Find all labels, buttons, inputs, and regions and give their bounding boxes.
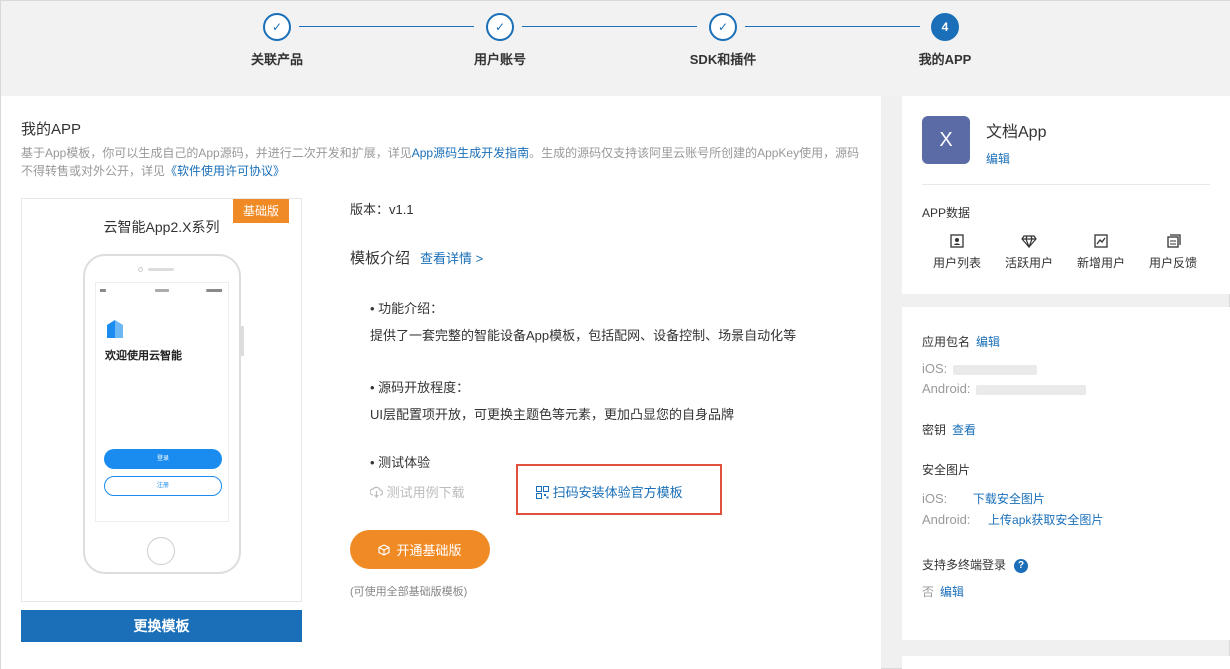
main-panel: 我的APP 基于App模板，你可以生成自己的App源码，并进行二次开发和扩展，详… [1,96,881,669]
check-icon: ✓ [263,13,291,41]
secret-label: 密钥 [922,423,947,437]
edit-app-link[interactable]: 编辑 [986,150,1010,167]
ios-label: iOS: [922,361,948,376]
security-image-label: 安全图片 [922,463,971,477]
view-secret-link[interactable]: 查看 [952,423,976,437]
multi-login-value-row: 否编辑 [922,583,964,600]
scan-install-link[interactable]: 扫码安装体验官方模板 [536,482,683,501]
feature-heading: • 源码开放程度： [370,380,470,395]
package-name-row: 应用包名 编辑 [922,333,1000,350]
step-label: 我的APP [918,52,972,67]
edit-multi-login-link[interactable]: 编辑 [940,585,964,599]
qr-code-icon [536,486,549,499]
upload-apk-link[interactable]: 上传apk获取安全图片 [988,513,1103,527]
app-icon: X [922,116,970,164]
data-item-active-users[interactable]: 活跃用户 [994,234,1064,271]
page-title: 我的APP [21,121,82,138]
status-bar-icon [99,289,223,292]
feature-heading: • 功能介绍： [370,301,444,316]
app-name: 文档App [986,124,1047,141]
download-test-label: 测试用例下载 [386,485,465,500]
data-item-feedback[interactable]: 用户反馈 [1138,234,1208,271]
view-details-link[interactable]: 查看详情 > [420,251,483,266]
basic-note: (可使用全部基础版模板) [350,586,468,598]
cloud-download-icon [369,486,384,498]
data-item-user-list[interactable]: 用户列表 [922,234,992,271]
version-text: 版本：v1.1 [350,202,414,217]
step-3: ✓ SDK和插件 [663,13,783,68]
next-card [902,656,1230,669]
phone-welcome-text: 欢迎使用云智能 [105,350,182,362]
android-label: Android: [922,512,971,527]
secret-row: 密钥 查看 [922,421,976,438]
app-data-title: APP数据 [922,206,971,220]
dev-guide-link[interactable]: App源码生成开发指南 [412,146,529,160]
speaker-icon [148,268,174,271]
security-ios-row: iOS: 下载安全图片 [922,490,1045,507]
download-test-link[interactable]: 测试用例下载 [369,482,465,501]
app-logo-icon [107,320,123,338]
data-item-new-users[interactable]: 新增用户 [1066,234,1136,271]
step-number: 4 [931,13,959,41]
app-card: X 文档App 编辑 APP数据 用户列表 活跃用户 新增用户 用户反馈 [902,96,1230,294]
edit-package-link[interactable]: 编辑 [976,335,1000,349]
data-item-label: 活跃用户 [1004,256,1053,270]
step-label: SDK和插件 [689,52,757,67]
feature-text: 提供了一套完整的智能设备App模板，包括配网、设备控制、场景自动化等 [370,328,797,343]
feature-text: UI层配置项开放，可更换主题色等元素，更加凸显您的自身品牌 [370,407,735,422]
intro-title: 模板介绍 [350,250,411,267]
package-name-label: 应用包名 [922,335,971,349]
data-item-label: 新增用户 [1076,256,1125,270]
step-progress: ✓ 关联产品 ✓ 用户账号 ✓ SDK和插件 4 我的APP [1,1,1230,96]
redacted-value [953,364,1038,375]
security-android-row: Android: 上传apk获取安全图片 [922,511,1103,528]
home-button-icon [147,537,175,565]
data-item-label: 用户列表 [932,256,981,270]
cube-icon [378,544,391,556]
license-link[interactable]: 《软件使用许可协议》 [165,164,285,178]
open-basic-label: 开通基础版 [396,543,462,558]
desc-text: 基于App模板，你可以生成自己的App源码，并进行二次开发和扩展，详见 [21,146,412,160]
step-1: ✓ 关联产品 [217,13,337,68]
redacted-value [976,384,1087,395]
step-2: ✓ 用户账号 [440,13,560,68]
app-settings-card: 应用包名 编辑 iOS: Android: 密钥 查看 安全图片 iOS: 下载安全… [902,307,1230,640]
help-icon[interactable]: ? [1014,558,1029,573]
android-package-row: Android: [922,381,1087,396]
ios-label: iOS: [922,491,948,506]
diamond-icon [1021,235,1037,248]
ios-package-row: iOS: [922,361,1038,376]
multi-login-row: 支持多终端登录? [922,556,1029,573]
divider [922,184,1210,185]
template-preview: 云智能App2.X系列 基础版 欢迎使用云智能 登录 注册 [21,198,302,602]
check-icon: ✓ [709,13,737,41]
camera-icon [138,267,143,272]
multi-login-label: 支持多终端登录 [922,558,1007,572]
step-label: 用户账号 [473,52,526,67]
feedback-icon [1167,234,1181,248]
phone-register-button: 注册 [104,476,222,496]
phone-mockup: 欢迎使用云智能 登录 注册 [83,254,244,574]
data-item-label: 用户反馈 [1148,256,1197,270]
android-label: Android: [922,381,971,396]
phone-login-button: 登录 [104,449,222,469]
chart-icon [1094,234,1108,248]
page-description: 基于App模板，你可以生成自己的App源码，并进行二次开发和扩展，详见App源码… [21,144,861,180]
scan-install-label: 扫码安装体验官方模板 [552,485,683,500]
multi-login-value: 否 [922,585,935,599]
download-security-image-link[interactable]: 下载安全图片 [973,492,1045,506]
check-icon: ✓ [486,13,514,41]
user-list-icon [950,234,964,248]
edition-badge: 基础版 [233,199,289,223]
feature-heading: • 测试体验 [370,455,431,470]
change-template-button[interactable]: 更换模板 [21,610,302,642]
step-label: 关联产品 [250,52,303,67]
intro-heading: 模板介绍 查看详情 > [350,247,483,268]
phone-screen: 欢迎使用云智能 登录 注册 [95,282,229,522]
step-4: 4 我的APP [885,13,1005,68]
open-basic-button[interactable]: 开通基础版 [350,530,490,569]
phone-side-button [241,326,244,356]
